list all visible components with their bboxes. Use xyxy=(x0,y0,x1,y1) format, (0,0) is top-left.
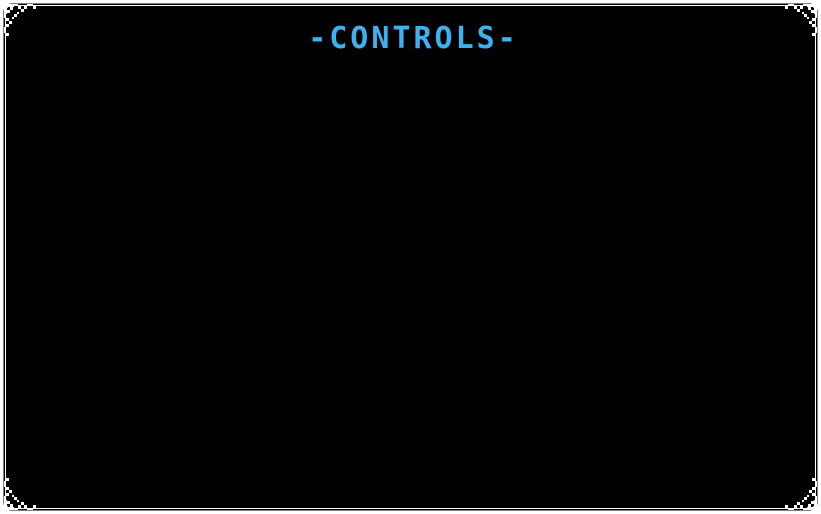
ornate-corner-icon xyxy=(4,4,36,36)
controls-panel: -CONTROLS- xyxy=(3,3,818,511)
ornate-corner-icon xyxy=(785,478,817,510)
controls-content-area xyxy=(43,73,784,483)
ornate-corner-icon xyxy=(785,4,817,36)
controls-title: -CONTROLS- xyxy=(308,21,519,56)
ornate-corner-icon xyxy=(4,478,36,510)
